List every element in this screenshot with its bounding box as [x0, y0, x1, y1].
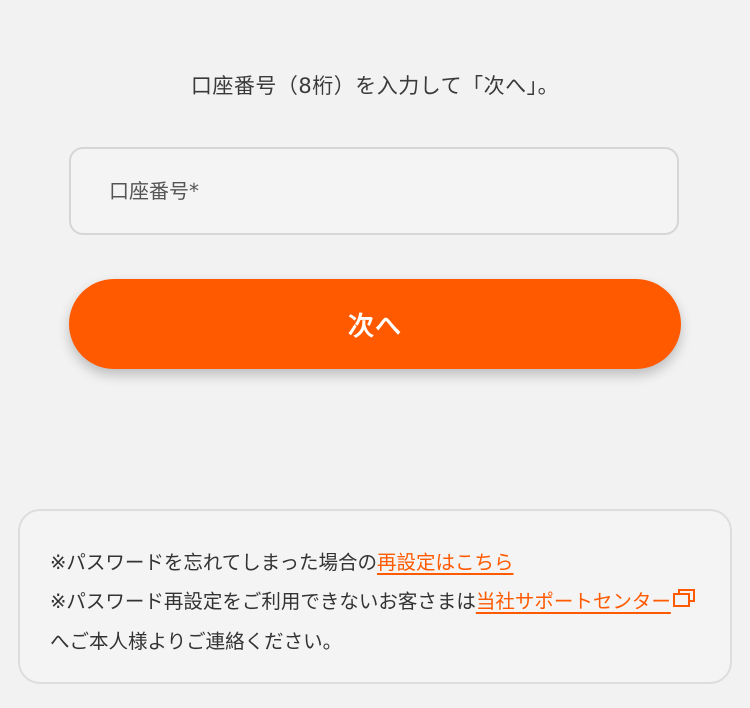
next-button[interactable]: 次へ [69, 279, 681, 369]
support-center-link[interactable]: 当社サポートセンター [476, 590, 671, 613]
notice-line-forgot-password: ※パスワードを忘れてしまった場合の再設定はこちら [50, 543, 702, 582]
external-window-icon [672, 581, 695, 620]
notice-support-suffix: へご本人様よりご連絡ください。 [50, 630, 343, 653]
notice-support-text: ※パスワード再設定をご利用できないお客さまは [50, 590, 476, 613]
notice-forgot-password-text: ※パスワードを忘れてしまった場合の [50, 551, 377, 574]
notice-line-support: ※パスワード再設定をご利用できないお客さまは当社サポートセンターへご本人様よりご… [50, 582, 702, 661]
notice-box: ※パスワードを忘れてしまった場合の再設定はこちら ※パスワード再設定をご利用でき… [18, 509, 732, 684]
login-page: 口座番号（8桁）を入力して「次へ」。 次へ ※パスワードを忘れてしまった場合の再… [0, 0, 750, 708]
account-number-input[interactable] [71, 149, 677, 233]
reset-password-link[interactable]: 再設定はこちら [377, 551, 514, 574]
instruction-text: 口座番号（8桁）を入力して「次へ」。 [190, 74, 560, 98]
support-center-link-label: 当社サポートセンター [475, 590, 671, 613]
account-number-field-wrapper [69, 147, 679, 235]
